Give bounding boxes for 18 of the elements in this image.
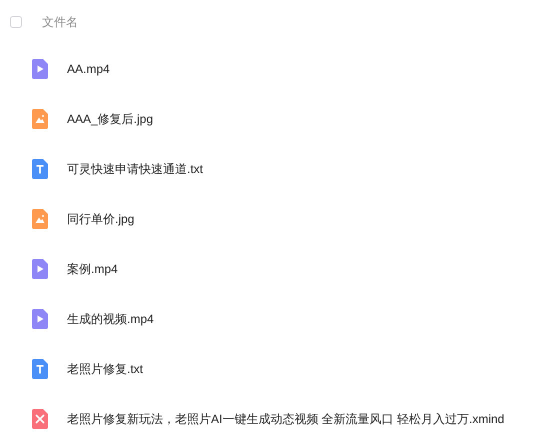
file-name[interactable]: 老照片修复.txt [67,360,144,378]
file-name[interactable]: AAA_修复后.jpg [67,110,154,128]
text-file-icon [32,159,48,179]
mindmap-file-icon [32,409,48,429]
file-name[interactable]: 同行单价.jpg [67,210,134,228]
image-file-icon [32,109,48,129]
select-all-checkbox[interactable] [10,16,22,28]
video-file-icon [32,59,48,79]
image-file-icon [32,209,48,229]
video-file-icon [32,259,48,279]
video-file-icon [32,309,48,329]
file-name[interactable]: AA.mp4 [67,62,110,76]
text-file-icon [32,359,48,379]
file-name[interactable]: 生成的视频.mp4 [67,310,154,328]
file-name[interactable]: 案例.mp4 [67,260,118,278]
file-name[interactable]: 老照片修复新玩法，老照片AI一键生成动态视频 全新流量风口 轻松月入过万.xmind [67,410,504,428]
column-header: 文件名 [42,14,78,30]
file-name[interactable]: 可灵快速申请快速通道.txt [67,160,204,178]
